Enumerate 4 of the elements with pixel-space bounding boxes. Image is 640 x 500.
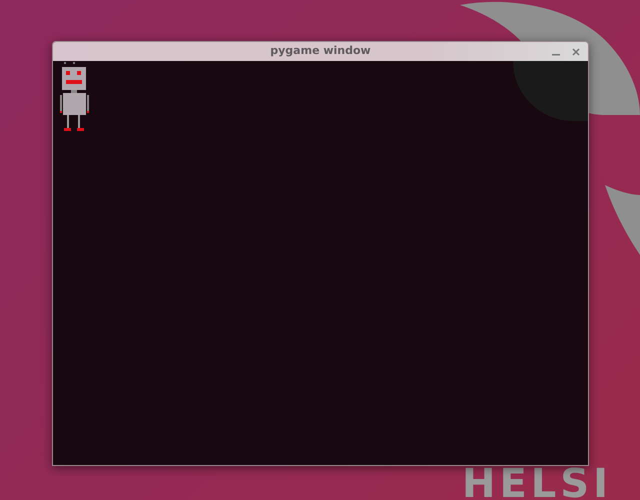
close-icon[interactable]: [572, 48, 580, 56]
wallpaper-text: HELSI: [462, 464, 612, 500]
window-title: pygame window: [270, 43, 371, 60]
robot-drawing: [59, 62, 91, 132]
